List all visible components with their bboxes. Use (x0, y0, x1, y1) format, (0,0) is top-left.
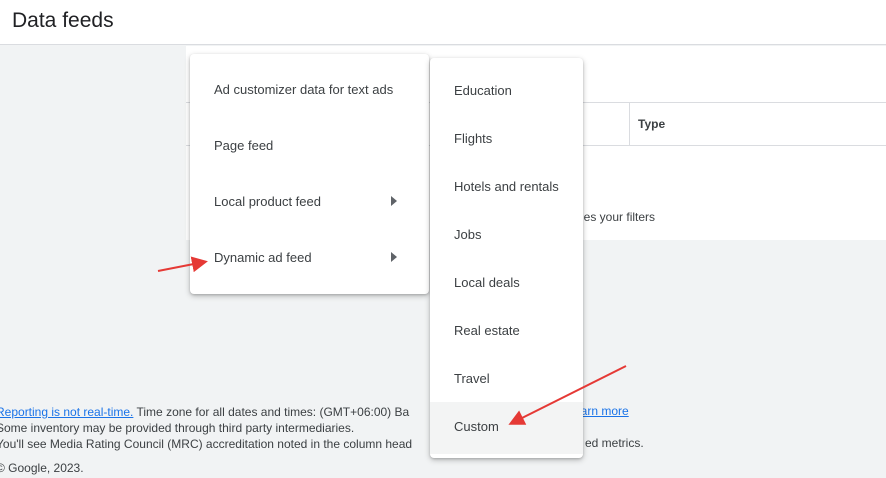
annotation-arrows (157, 256, 627, 425)
arrow-to-dynamic-ad-feed (157, 256, 208, 273)
arrow-to-custom (508, 365, 627, 425)
